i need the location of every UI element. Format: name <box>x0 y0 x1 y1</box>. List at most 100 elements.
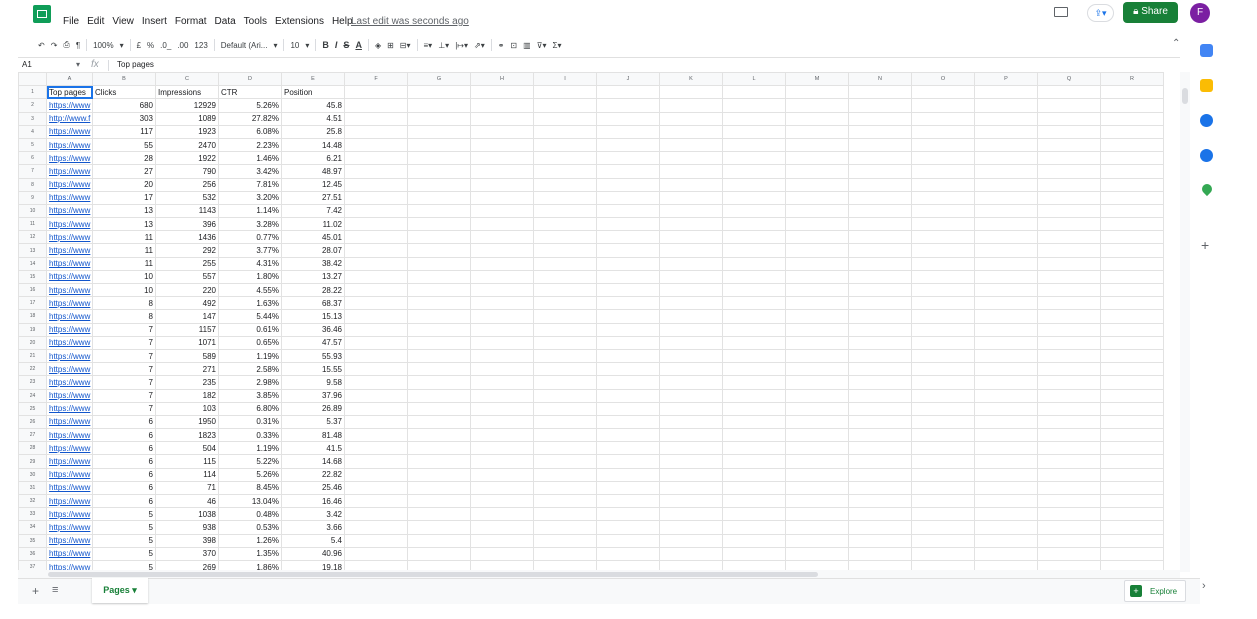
empty-cell[interactable] <box>596 164 660 179</box>
empty-cell[interactable] <box>1100 151 1164 166</box>
empty-cell[interactable] <box>344 203 408 219</box>
empty-cell[interactable] <box>1037 282 1101 298</box>
empty-cell[interactable] <box>470 388 534 403</box>
empty-cell[interactable] <box>533 428 597 443</box>
cell[interactable]: 117 <box>92 124 156 139</box>
empty-cell[interactable] <box>470 467 534 482</box>
empty-cell[interactable] <box>659 230 723 245</box>
empty-cell[interactable] <box>344 282 408 298</box>
cell[interactable]: 10 <box>92 282 156 298</box>
empty-cell[interactable] <box>344 85 408 100</box>
empty-cell[interactable] <box>596 428 660 443</box>
cell[interactable]: 1823 <box>155 428 219 443</box>
filter-icon[interactable]: ⊽▾ <box>537 41 547 50</box>
formula-input[interactable]: Top pages <box>117 60 154 69</box>
empty-cell[interactable] <box>1037 203 1101 219</box>
cell[interactable]: 1038 <box>155 507 219 522</box>
empty-cell[interactable] <box>533 98 597 113</box>
cell[interactable]: 25.8 <box>281 124 345 139</box>
empty-cell[interactable] <box>1100 203 1164 219</box>
empty-cell[interactable] <box>848 362 912 377</box>
empty-cell[interactable] <box>596 533 660 548</box>
empty-cell[interactable] <box>1037 309 1101 324</box>
cell[interactable]: 680 <box>92 98 156 113</box>
empty-cell[interactable] <box>1037 256 1101 271</box>
cell[interactable]: 4.51 <box>281 111 345 126</box>
empty-cell[interactable] <box>974 467 1038 482</box>
empty-cell[interactable] <box>533 243 597 258</box>
column-header[interactable]: D <box>218 72 282 87</box>
cell[interactable]: 1.80% <box>218 269 282 285</box>
empty-cell[interactable] <box>407 493 471 509</box>
empty-cell[interactable] <box>470 414 534 430</box>
empty-cell[interactable] <box>344 217 408 232</box>
cell[interactable]: 6.21 <box>281 151 345 166</box>
empty-cell[interactable] <box>911 177 975 192</box>
empty-cell[interactable] <box>533 362 597 377</box>
row-header[interactable]: 20 <box>18 335 47 350</box>
empty-cell[interactable] <box>470 203 534 219</box>
cell[interactable]: 3.66 <box>281 520 345 535</box>
empty-cell[interactable] <box>722 428 786 443</box>
more-formats-button[interactable]: 123 <box>194 41 207 50</box>
empty-cell[interactable] <box>344 243 408 258</box>
empty-cell[interactable] <box>785 375 849 390</box>
row-header[interactable]: 25 <box>18 401 47 416</box>
empty-cell[interactable] <box>470 309 534 324</box>
empty-cell[interactable] <box>470 217 534 232</box>
empty-cell[interactable] <box>407 362 471 377</box>
cell[interactable]: 3.77% <box>218 243 282 258</box>
empty-cell[interactable] <box>911 467 975 482</box>
empty-cell[interactable] <box>344 480 408 496</box>
cell[interactable]: 22.82 <box>281 467 345 482</box>
empty-cell[interactable] <box>596 256 660 271</box>
empty-cell[interactable] <box>1100 322 1164 337</box>
cell[interactable]: 7.81% <box>218 177 282 192</box>
empty-cell[interactable] <box>1100 282 1164 298</box>
empty-cell[interactable] <box>1100 375 1164 390</box>
cell[interactable]: 1157 <box>155 322 219 337</box>
cell[interactable]: 8 <box>92 309 156 324</box>
empty-cell[interactable] <box>344 507 408 522</box>
empty-cell[interactable] <box>848 493 912 509</box>
cell[interactable]: 3.20% <box>218 190 282 205</box>
empty-cell[interactable] <box>911 203 975 219</box>
bold-icon[interactable]: B <box>322 40 329 50</box>
menu-item-extensions[interactable]: Extensions <box>275 16 324 27</box>
row-header[interactable]: 21 <box>18 348 47 364</box>
empty-cell[interactable] <box>596 467 660 482</box>
empty-cell[interactable] <box>659 388 723 403</box>
empty-cell[interactable] <box>1100 520 1164 535</box>
cell[interactable]: 6 <box>92 467 156 482</box>
cell[interactable]: 7 <box>92 401 156 416</box>
horizontal-align-icon[interactable]: ≡▾ <box>424 41 433 50</box>
empty-cell[interactable] <box>659 441 723 456</box>
empty-cell[interactable] <box>785 493 849 509</box>
empty-cell[interactable] <box>1037 441 1101 456</box>
empty-cell[interactable] <box>659 401 723 416</box>
empty-cell[interactable] <box>1100 124 1164 139</box>
empty-cell[interactable] <box>533 203 597 219</box>
cell[interactable]: https://www <box>46 362 93 377</box>
empty-cell[interactable] <box>848 282 912 298</box>
empty-cell[interactable] <box>1100 467 1164 482</box>
empty-cell[interactable] <box>974 269 1038 285</box>
empty-cell[interactable] <box>533 546 597 561</box>
empty-cell[interactable] <box>407 177 471 192</box>
empty-cell[interactable] <box>1100 480 1164 496</box>
column-header[interactable]: J <box>596 72 660 87</box>
empty-cell[interactable] <box>974 151 1038 166</box>
cell[interactable]: https://www <box>46 282 93 298</box>
empty-cell[interactable] <box>785 217 849 232</box>
empty-cell[interactable] <box>659 348 723 364</box>
functions-icon[interactable]: Σ▾ <box>553 41 562 50</box>
empty-cell[interactable] <box>848 124 912 139</box>
cell[interactable]: 5.26% <box>218 467 282 482</box>
empty-cell[interactable] <box>722 388 786 403</box>
empty-cell[interactable] <box>659 467 723 482</box>
empty-cell[interactable] <box>407 454 471 469</box>
cell[interactable]: Position <box>281 85 345 100</box>
cell[interactable]: 7 <box>92 322 156 337</box>
sheet-tab-pages[interactable]: Pages ▾ <box>92 578 148 603</box>
cell[interactable]: 6 <box>92 493 156 509</box>
